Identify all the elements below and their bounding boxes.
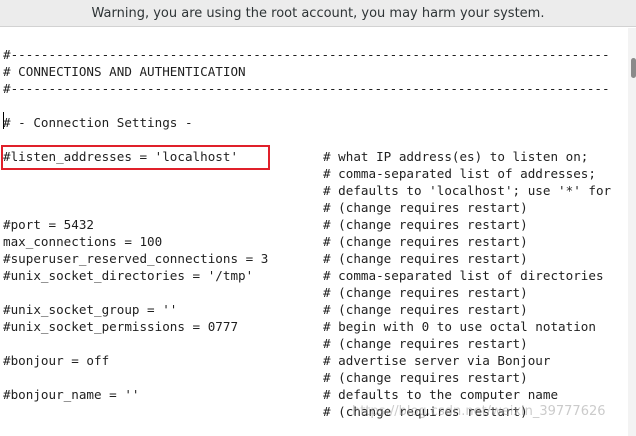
code-line: #superuser_reserved_connections = 3 [3, 251, 269, 266]
code-comment: # (change requires restart) [323, 370, 528, 385]
code-comment: # comma-separated list of addresses; [323, 166, 596, 181]
watermark: https://blog.csdn.net/weixin_39777626 [352, 404, 606, 419]
code-comment: # (change requires restart) [323, 234, 528, 249]
code-line: #unix_socket_permissions = 0777 [3, 319, 239, 334]
code-line: #port = 5432 [3, 217, 94, 232]
text-editor-area[interactable]: #---------------------------------------… [0, 28, 628, 436]
code-comment: # (change requires restart) [323, 200, 528, 215]
vertical-scrollbar[interactable] [628, 28, 636, 436]
code-line: #---------------------------------------… [3, 47, 610, 62]
code-comment: # what IP address(es) to listen on; [323, 149, 589, 164]
code-line: #bonjour = off [3, 353, 110, 368]
code-line: #bonjour_name = '' [3, 387, 140, 402]
code-comment: # (change requires restart) [323, 251, 528, 266]
code-comment: # (change requires restart) [323, 285, 528, 300]
code-comment: # defaults to 'localhost'; use '*' for [323, 183, 612, 198]
code-line: max_connections = 100 [3, 234, 163, 249]
code-line: #unix_socket_directories = '/tmp' [3, 268, 254, 283]
code-comment: # comma-separated list of directories [323, 268, 604, 283]
scrollbar-thumb[interactable] [631, 58, 636, 78]
listen-addresses-highlight-box [1, 145, 270, 170]
root-warning-bar: Warning, you are using the root account,… [0, 0, 636, 27]
code-comment: # (change requires restart) [323, 302, 528, 317]
code-comment: # advertise server via Bonjour [323, 353, 551, 368]
code-comment: # defaults to the computer name [323, 387, 559, 402]
code-comment: # (change requires restart) [323, 217, 528, 232]
code-comment: # begin with 0 to use octal notation [323, 319, 596, 334]
code-line: # CONNECTIONS AND AUTHENTICATION [3, 64, 246, 79]
code-line: #---------------------------------------… [3, 81, 610, 96]
root-warning-text: Warning, you are using the root account,… [91, 5, 545, 21]
code-comment: # (change requires restart) [323, 336, 528, 351]
code-line: # - Connection Settings - [3, 115, 193, 130]
code-line: #unix_socket_group = '' [3, 302, 178, 317]
